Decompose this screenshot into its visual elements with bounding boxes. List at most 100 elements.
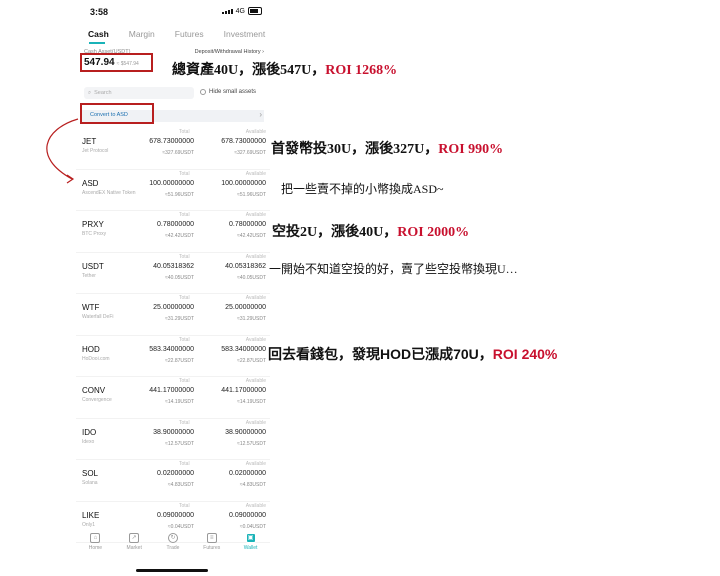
asset-name: Tether: [82, 272, 96, 279]
available-amount: 678.73000000: [221, 138, 266, 145]
asset-symbol: ASD: [82, 178, 99, 188]
total-amount: 441.17000000: [149, 387, 194, 394]
total-usdt: ≈0.04USDT: [167, 523, 194, 530]
home-icon: ⌂: [90, 533, 101, 543]
asset-row[interactable]: ASD AscendEX Native Token Total 100.0000000…: [76, 170, 270, 211]
available-header: Available: [245, 336, 266, 343]
tab-futures[interactable]: Futures: [175, 29, 204, 39]
total-amount: 583.34000000: [149, 345, 194, 353]
available-usdt: ≈327.69USDT: [234, 150, 266, 156]
total-header: Total: [179, 461, 190, 467]
asset-row[interactable]: PRXY BTC Proxy Total 0.78000000 ≈42.42USDT Av…: [76, 211, 270, 253]
signal-icon: [221, 8, 233, 14]
asset-list: JET Jet Protocol Total 678.73000000 ≈327.69U…: [76, 128, 270, 543]
total-amount: 38.90000000: [153, 428, 194, 436]
available-usdt: ≈51.96USDT: [237, 191, 266, 198]
tab-margin[interactable]: Margin: [129, 29, 155, 39]
asset-row[interactable]: JET Jet Protocol Total 678.73000000 ≈327.69U…: [76, 128, 270, 170]
deposit-withdrawal-history-link[interactable]: Deposit/Withdrawal History ›: [195, 49, 264, 55]
available-header: Available: [245, 253, 266, 260]
asset-symbol: HOD: [82, 344, 100, 354]
tab-investment[interactable]: Investment: [224, 29, 266, 39]
total-usdt: ≈31.29USDT: [165, 316, 194, 322]
asset-tabs: Cash Margin Futures Investment: [88, 29, 285, 44]
available-usdt: ≈4.83USDT: [239, 482, 266, 488]
asset-row[interactable]: USDT Tether Total 40.05318362 ≈40.05USDT Avai…: [76, 253, 270, 294]
nav-trade[interactable]: ↻ Trade: [154, 533, 192, 565]
phone-screen: 3:58 4G Cash Margin Futures Investment C…: [76, 0, 270, 576]
available-usdt: ≈0.04USDT: [239, 523, 266, 530]
total-header: Total: [179, 419, 190, 426]
total-header: Total: [179, 295, 190, 301]
available-amount: 40.05318362: [225, 262, 266, 270]
status-time: 3:58: [90, 7, 109, 17]
search-icon: ⌕: [88, 89, 92, 96]
available-usdt: ≈40.05USDT: [237, 274, 266, 281]
status-icons: 4G: [221, 7, 262, 15]
available-amount: 0.02000000: [229, 470, 266, 477]
tab-cash[interactable]: Cash: [88, 29, 109, 44]
total-usd: ≈ $547.94: [116, 61, 139, 67]
asset-name: Waterfall DeFi: [82, 314, 114, 320]
total-amount: 0.09000000: [157, 511, 194, 519]
asset-name: Convergence: [82, 397, 112, 403]
nav-futures[interactable]: ≡ Futures: [193, 533, 231, 565]
hide-small-assets-toggle[interactable]: Hide small assets: [200, 89, 256, 95]
asset-symbol: JET: [82, 137, 97, 146]
asset-name: Only1: [82, 521, 96, 528]
asset-row[interactable]: IDO Idexo Total 38.90000000 ≈12.57USDT Availa…: [76, 419, 270, 460]
total-amount: 100.00000000: [149, 179, 194, 187]
annotation-airdrop: 空投2U，漲後40U，ROI 2000%: [272, 225, 470, 240]
available-amount: 100.00000000: [221, 179, 266, 187]
search-input[interactable]: ⌕ Search: [84, 87, 194, 99]
total-header: Total: [179, 378, 190, 384]
asset-symbol: USDT: [82, 261, 104, 271]
nav-home[interactable]: ⌂ Home: [76, 533, 114, 565]
total-amount: 0.78000000: [157, 221, 194, 228]
wallet-icon: ▣: [245, 533, 256, 543]
convert-to-asd-label: Convert to ASD: [90, 112, 128, 118]
asset-symbol: WTF: [82, 303, 100, 312]
available-header: Available: [245, 502, 266, 509]
available-usdt: ≈42.42USDT: [237, 233, 266, 239]
nav-market[interactable]: ↗ Market: [115, 533, 153, 565]
asset-row[interactable]: WTF Waterfall DeFi Total 25.00000000 ≈31.29U…: [76, 294, 270, 336]
available-amount: 583.34000000: [221, 345, 266, 353]
asset-name: AscendEX Native Token: [82, 189, 136, 196]
bottom-nav: ⌂ Home ↗ Market ↻ Trade ≡ Futures ▣ Wallet: [76, 533, 270, 565]
asset-name: HoDooi.com: [82, 355, 110, 362]
asset-row[interactable]: SOL Solana Total 0.02000000 ≈4.83USDT Availab…: [76, 460, 270, 502]
available-amount: 38.90000000: [225, 428, 266, 436]
total-usdt: ≈4.83USDT: [167, 482, 194, 488]
total-usdt: ≈51.96USDT: [165, 191, 194, 198]
annotation-usdt: 一開始不知道空投的好，賣了些空投幣換現U…: [269, 262, 518, 276]
asset-symbol: PRXY: [82, 220, 104, 229]
asset-row[interactable]: CONV Convergence Total 441.17000000 ≈14.19US…: [76, 377, 270, 419]
available-usdt: ≈14.19USDT: [237, 399, 266, 405]
available-usdt: ≈22.87USDT: [237, 357, 266, 364]
available-header: Available: [245, 212, 266, 218]
available-amount: 0.09000000: [229, 511, 266, 519]
available-amount: 441.17000000: [221, 387, 266, 394]
total-header: Total: [179, 170, 190, 177]
asset-symbol: LIKE: [82, 510, 100, 520]
chevron-right-icon: ›: [259, 110, 262, 119]
available-header: Available: [245, 170, 266, 177]
asset-row[interactable]: HOD HoDooi.com Total 583.34000000 ≈22.87USDT…: [76, 336, 270, 377]
annotation-hod: 回去看錢包，發現HOD已漲成70U，ROI 240%: [268, 346, 558, 362]
available-header: Available: [245, 378, 266, 384]
curved-arrow-icon: [46, 118, 79, 184]
total-usdt: ≈40.05USDT: [165, 274, 194, 281]
nav-wallet[interactable]: ▣ Wallet: [232, 533, 270, 565]
available-header: Available: [245, 129, 266, 135]
home-indicator: [136, 569, 208, 572]
asset-name: Idexo: [82, 438, 95, 445]
radio-icon: [200, 89, 206, 95]
total-usdt: ≈42.42USDT: [165, 233, 194, 239]
asset-name: BTC Proxy: [82, 231, 107, 237]
total-header: Total: [179, 336, 190, 343]
total-header: Total: [179, 212, 190, 218]
total-balance: 547.94 ≈ $547.94: [84, 57, 139, 68]
asset-symbol: IDO: [82, 427, 97, 437]
asset-name: Jet Protocol: [82, 148, 109, 154]
